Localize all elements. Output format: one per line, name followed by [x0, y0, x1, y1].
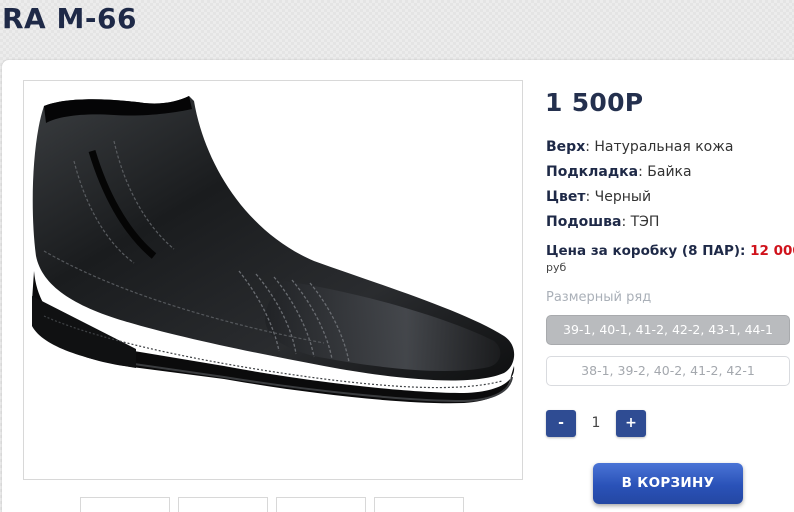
- spec-value: : Черный: [585, 189, 652, 205]
- size-option[interactable]: 38-1, 39-2, 40-2, 41-2, 42-1: [546, 356, 790, 386]
- thumbnail-3[interactable]: [276, 497, 366, 512]
- size-option-selected[interactable]: 39-1, 40-1, 41-2, 42-2, 43-1, 44-1: [546, 315, 790, 345]
- sizes-label: Размерный ряд: [546, 290, 652, 305]
- currency-label: руб: [546, 261, 567, 274]
- box-price-label: Цена за коробку (8 ПАР):: [546, 243, 751, 259]
- product-title: RA M-66: [2, 2, 137, 35]
- box-price-value: 12 000: [750, 243, 794, 259]
- spec-value: : ТЭП: [621, 214, 660, 230]
- spec-lining: Подкладка: Байка: [546, 164, 692, 180]
- spec-label: Цвет: [546, 189, 586, 205]
- spec-color: Цвет: Черный: [546, 189, 651, 205]
- spec-label: Подкладка: [546, 164, 639, 180]
- box-price: Цена за коробку (8 ПАР): 12 000: [546, 243, 794, 259]
- spec-value: : Байка: [638, 164, 692, 180]
- thumbnail-4[interactable]: [374, 497, 464, 512]
- quantity-decrement-button[interactable]: -: [546, 410, 576, 437]
- spec-label: Верх: [546, 139, 586, 155]
- thumbnail-1[interactable]: [80, 497, 170, 512]
- spec-upper: Верх: Натуральная кожа: [546, 139, 733, 155]
- spec-label: Подошва: [546, 214, 622, 230]
- quantity-increment-button[interactable]: +: [616, 410, 646, 437]
- quantity-input[interactable]: [576, 410, 616, 437]
- thumbnail-2[interactable]: [178, 497, 268, 512]
- boot-illustration: [32, 96, 515, 404]
- spec-value: : Натуральная кожа: [585, 139, 734, 155]
- product-price: 1 500Р: [545, 88, 644, 117]
- add-to-cart-button[interactable]: В КОРЗИНУ: [593, 463, 743, 504]
- product-image[interactable]: [23, 80, 523, 480]
- spec-sole: Подошва: ТЭП: [546, 214, 659, 230]
